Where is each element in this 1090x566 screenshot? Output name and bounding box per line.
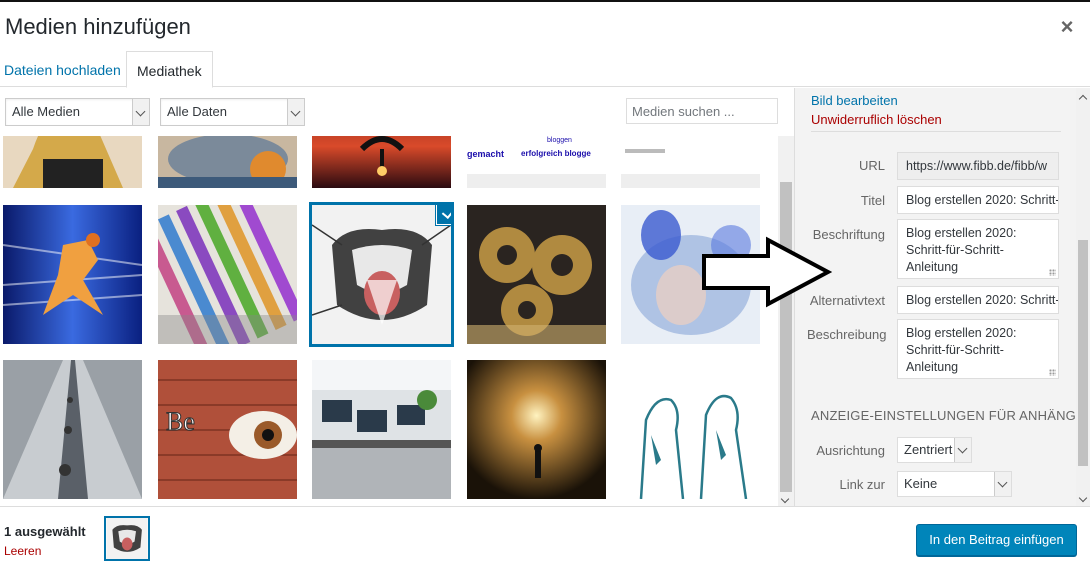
link-to-value: Keine	[904, 476, 938, 491]
media-thumbnail[interactable]	[3, 360, 142, 499]
selected-checkmark-icon[interactable]	[436, 205, 451, 225]
media-grid-scrollbar[interactable]	[778, 136, 794, 506]
tab-media-library[interactable]: Mediathek	[126, 51, 213, 88]
date-filter-value: Alle Daten	[167, 104, 227, 119]
scroll-down-icon[interactable]	[780, 494, 790, 504]
close-icon[interactable]: ×	[1054, 14, 1080, 40]
media-thumbnail[interactable]	[312, 360, 451, 499]
resize-handle-icon[interactable]	[1049, 369, 1056, 376]
media-footer: 1 ausgewählt Leeren In den Beitrag einfü…	[0, 506, 1090, 566]
clear-selection-link[interactable]: Leeren	[4, 544, 41, 558]
annotation-arrow-icon	[702, 236, 832, 308]
media-thumbnail[interactable]: Be	[158, 360, 297, 499]
media-tabs: Dateien hochladen Mediathek	[0, 51, 1090, 88]
title-label: Titel	[860, 193, 885, 208]
scrollbar-thumb[interactable]	[780, 182, 792, 492]
media-thumbnail[interactable]	[158, 136, 297, 188]
sidebar-scrollbar[interactable]	[1076, 88, 1090, 506]
thumbnail-caption: erfolgreich blogge	[521, 149, 591, 158]
chevron-down-icon	[994, 472, 1011, 496]
media-thumbnail[interactable]	[158, 205, 297, 344]
attachment-details-sidebar: Bild bearbeiten Unwiderruflich löschen U…	[794, 88, 1090, 506]
media-search-input[interactable]	[626, 98, 778, 124]
resize-handle-icon[interactable]	[1049, 269, 1056, 276]
media-thumbnail[interactable]	[467, 360, 606, 499]
svg-text:Be: Be	[166, 407, 195, 436]
edit-image-link[interactable]: Bild bearbeiten	[811, 93, 898, 108]
url-label: URL	[858, 158, 885, 173]
selection-count: 1 ausgewählt	[4, 524, 86, 539]
media-grid: gemacht erfolgreich blogge bloggen Be	[0, 136, 778, 506]
media-thumbnail[interactable]	[3, 205, 142, 344]
caption-field[interactable]: Blog erstellen 2020: Schritt-für-Schritt…	[897, 219, 1059, 279]
description-label: Beschreibung	[807, 327, 887, 342]
delete-permanently-link[interactable]: Unwiderruflich löschen	[811, 112, 942, 127]
chevron-down-icon	[132, 99, 149, 125]
media-thumbnail[interactable]	[621, 360, 760, 499]
divider	[811, 131, 1061, 132]
url-field[interactable]: https://www.fibb.de/fibb/w	[897, 152, 1059, 180]
description-text: Blog erstellen 2020: Schritt-für-Schritt…	[906, 326, 1017, 374]
tab-upload-files[interactable]: Dateien hochladen	[0, 51, 131, 87]
alignment-value: Zentriert	[904, 442, 953, 457]
scroll-down-icon[interactable]	[1078, 493, 1088, 503]
modal-title: Medien hinzufügen	[5, 14, 191, 39]
media-type-filter-value: Alle Medien	[12, 104, 80, 119]
window-top-border	[0, 0, 1090, 2]
date-filter[interactable]: Alle Daten	[160, 98, 305, 126]
caption-text: Blog erstellen 2020: Schritt-für-Schritt…	[906, 226, 1017, 274]
media-thumbnail[interactable]: gemacht erfolgreich blogge bloggen	[467, 136, 606, 188]
alignment-label: Ausrichtung	[816, 443, 885, 458]
title-field[interactable]: Blog erstellen 2020: Schritt-	[897, 186, 1059, 214]
insert-into-post-button[interactable]: In den Beitrag einfügen	[916, 524, 1077, 556]
thumbnail-caption: bloggen	[547, 137, 572, 144]
alt-text-field[interactable]: Blog erstellen 2020: Schritt-	[897, 286, 1059, 314]
scrollbar-thumb[interactable]	[1078, 240, 1088, 466]
scroll-up-icon[interactable]	[1078, 94, 1088, 104]
link-to-select[interactable]: Keine	[897, 471, 1012, 497]
media-type-filter[interactable]: Alle Medien	[5, 98, 150, 126]
link-to-label: Link zur	[839, 477, 885, 492]
display-settings-heading: ANZEIGE-EINSTELLUNGEN FÜR ANHÄNGE	[811, 408, 1085, 423]
media-thumbnail-selected[interactable]	[309, 202, 454, 347]
media-thumbnail[interactable]	[467, 205, 606, 344]
media-thumbnail[interactable]	[621, 136, 760, 188]
alignment-select[interactable]: Zentriert	[897, 437, 972, 463]
media-thumbnail[interactable]	[3, 136, 142, 188]
media-thumbnail[interactable]	[312, 136, 451, 188]
description-field[interactable]: Blog erstellen 2020: Schritt-für-Schritt…	[897, 319, 1059, 379]
chevron-down-icon	[287, 99, 304, 125]
selected-thumbnail-preview[interactable]	[104, 516, 150, 561]
thumbnail-caption: gemacht	[467, 149, 505, 159]
chevron-down-icon	[954, 438, 971, 462]
